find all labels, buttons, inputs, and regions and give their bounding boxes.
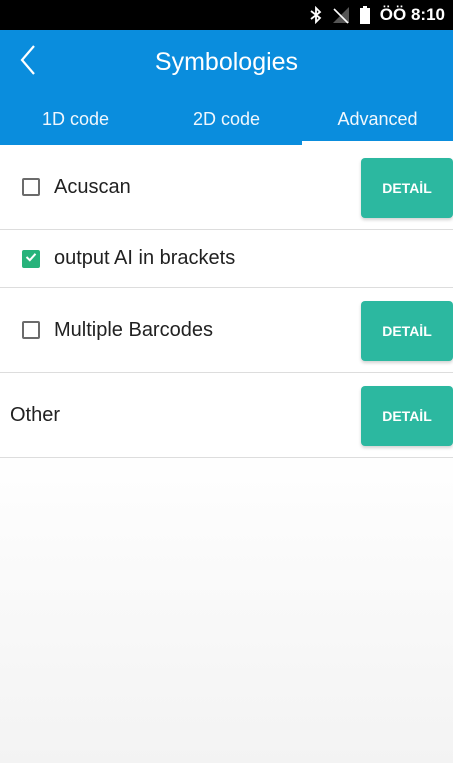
list-item-multiple-barcodes: Multiple Barcodes DETAİL <box>0 288 453 373</box>
acuscan-detail-button[interactable]: DETAİL <box>361 158 453 218</box>
list-item-other: Other DETAİL <box>0 373 453 458</box>
multiple-barcodes-checkbox[interactable] <box>22 321 40 339</box>
battery-icon <box>359 6 370 24</box>
tab-bar: 1D code 2D code Advanced <box>0 94 453 145</box>
app-bar: Symbologies <box>0 30 453 94</box>
list-item-label: Acuscan <box>54 175 131 198</box>
list-item-output-ai: output AI in brackets <box>0 230 453 288</box>
checkmark-icon <box>25 250 37 268</box>
status-bar: ÖÖ 8:10 <box>0 0 453 30</box>
list-item-label: Multiple Barcodes <box>54 318 213 341</box>
other-detail-button[interactable]: DETAİL <box>361 386 453 446</box>
acuscan-option[interactable]: Acuscan <box>22 145 131 229</box>
other-option: Other <box>10 373 60 457</box>
tab-advanced[interactable]: Advanced <box>302 94 453 145</box>
multiple-barcodes-detail-button[interactable]: DETAİL <box>361 301 453 361</box>
list-item-acuscan: Acuscan DETAİL <box>0 145 453 230</box>
list-item-label: output AI in brackets <box>54 247 236 269</box>
settings-list: Acuscan DETAİL output AI in brackets Mul… <box>0 145 453 763</box>
status-icons: ÖÖ 8:10 <box>310 0 445 30</box>
multiple-barcodes-option[interactable]: Multiple Barcodes <box>22 288 213 372</box>
no-signal-icon <box>332 6 350 24</box>
tab-2d-code[interactable]: 2D code <box>151 94 302 145</box>
list-item-label: Other <box>10 403 61 426</box>
acuscan-checkbox[interactable] <box>22 178 40 196</box>
bluetooth-icon <box>310 6 322 24</box>
output-ai-checkbox[interactable] <box>22 249 40 268</box>
output-ai-option[interactable]: output AI in brackets <box>22 230 235 287</box>
status-time: ÖÖ 8:10 <box>379 5 445 24</box>
tab-1d-code[interactable]: 1D code <box>0 94 151 145</box>
page-title: Symbologies <box>154 48 299 76</box>
